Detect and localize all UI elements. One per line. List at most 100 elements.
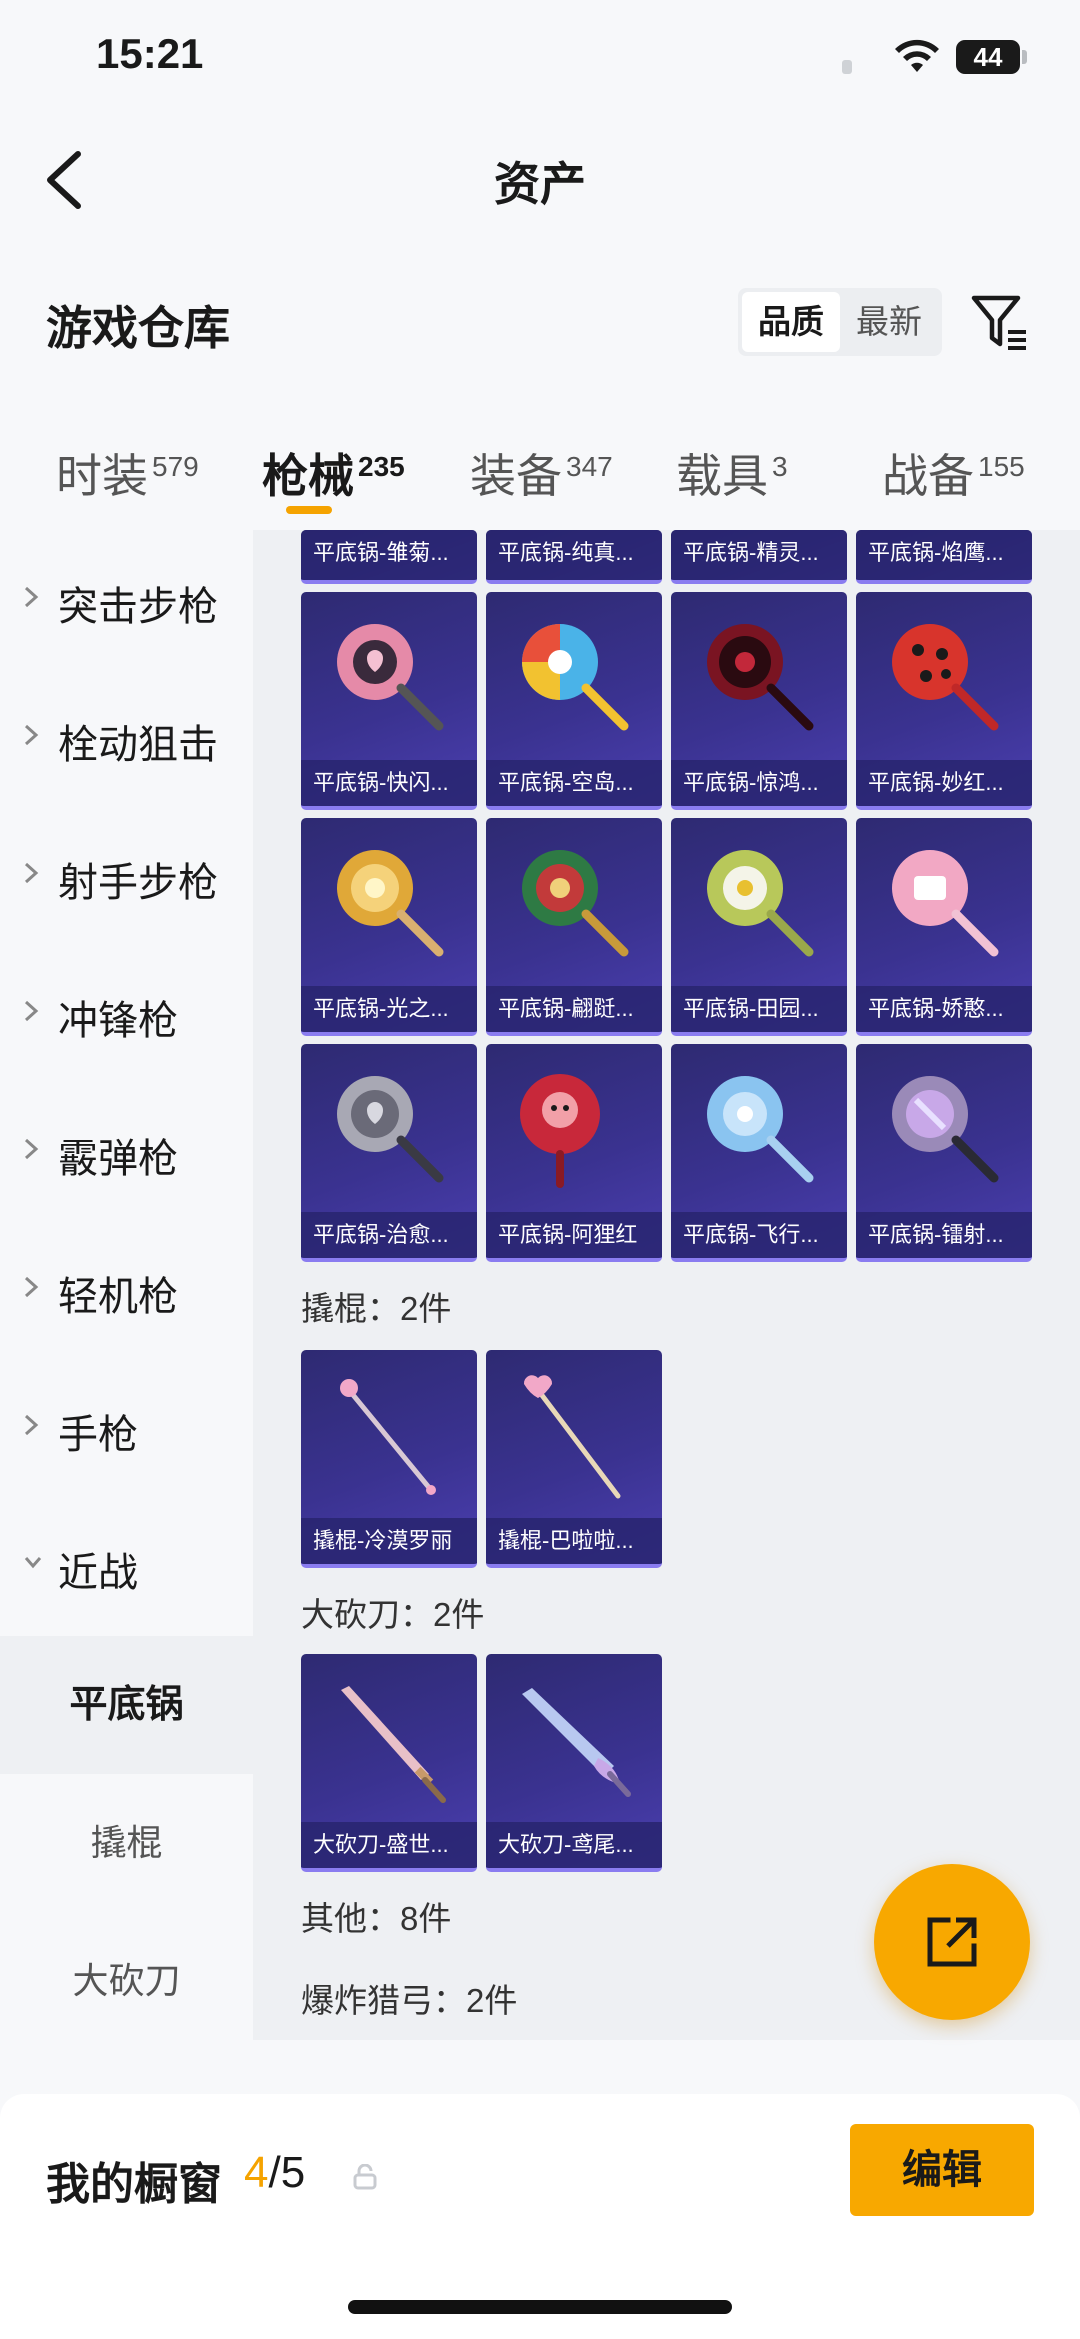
item-card[interactable]: 平底锅-快闪... [301, 592, 477, 810]
showcase-total: /5 [268, 2148, 306, 2197]
sort-latest-button[interactable]: 最新 [840, 292, 938, 352]
item-card[interactable]: 平底锅-惊鸿... [671, 592, 847, 810]
item-card-label: 平底锅-惊鸿... [671, 760, 847, 806]
tab-vehicles[interactable]: 载具 3 [676, 440, 788, 506]
tab-label: 时装 [56, 450, 148, 502]
tab-count: 235 [358, 450, 405, 482]
item-card[interactable]: 平底锅-治愈... [301, 1044, 477, 1262]
item-card[interactable]: 平底锅-雏菊... [301, 530, 477, 584]
pan-image [892, 1076, 999, 1183]
sidebar-sub-machete[interactable]: 大砍刀 [0, 1912, 253, 2050]
item-card[interactable]: 平底锅-妙红... [856, 592, 1032, 810]
item-card-label: 平底锅-纯真... [486, 530, 662, 580]
item-card[interactable]: 平底锅-飞行... [671, 1044, 847, 1262]
tab-count: 155 [978, 450, 1025, 482]
item-card[interactable]: 平底锅-镭射... [856, 1044, 1032, 1262]
sidebar-item-marksman-rifle[interactable]: 射手步枪 [0, 806, 253, 944]
filter-icon[interactable] [968, 290, 1032, 354]
home-indicator [348, 2300, 732, 2314]
tab-count: 3 [772, 450, 788, 482]
tab-label: 战备 [882, 450, 974, 502]
item-card-label: 平底锅-快闪... [301, 760, 477, 806]
sidebar-item-smg[interactable]: 冲锋枪 [0, 944, 253, 1082]
pan-image [892, 850, 999, 957]
tab-label: 载具 [676, 450, 768, 502]
item-card[interactable]: 撬棍-冷漠罗丽 [301, 1350, 477, 1568]
item-card[interactable]: 平底锅-纯真... [486, 530, 662, 584]
item-card[interactable]: 平底锅-光之... [301, 818, 477, 1036]
category-tabs: 时装 579 枪械 235 装备 347 载具 3 战备 155 [0, 420, 1080, 530]
pan-image [337, 850, 444, 957]
section-title: 游戏仓库 [46, 302, 230, 354]
item-card-label: 大砍刀-盛世... [301, 1822, 477, 1868]
item-card-label: 平底锅-雏菊... [301, 530, 477, 580]
pan-image [707, 624, 814, 731]
group-heading-crowbar: 撬棍：2件 [301, 1290, 452, 1327]
item-card-label: 平底锅-娇憨... [856, 986, 1032, 1032]
item-grid: 平底锅-雏菊... 平底锅-纯真... 平底锅-精灵... 平底锅-焰鹰... … [253, 530, 1080, 2040]
item-card[interactable]: 大砍刀-鸢尾... [486, 1654, 662, 1872]
item-card-label: 平底锅-空岛... [486, 760, 662, 806]
chevron-down-icon [24, 1557, 42, 1569]
item-card-label: 平底锅-阿狸红 [486, 1212, 662, 1258]
sidebar-item-melee[interactable]: 近战 [0, 1496, 253, 1634]
battery-indicator: 44 [956, 40, 1020, 74]
sidebar-item-label: 近战 [58, 1551, 138, 1595]
edit-button[interactable]: 编辑 [850, 2124, 1034, 2216]
item-card[interactable]: 平底锅-精灵... [671, 530, 847, 584]
sidebar-item-lmg[interactable]: 轻机枪 [0, 1220, 253, 1358]
sidebar-item-assault-rifle[interactable]: 突击步枪 [0, 530, 253, 668]
sort-quality-button[interactable]: 品质 [742, 292, 840, 352]
item-card[interactable]: 平底锅-空岛... [486, 592, 662, 810]
sidebar-item-label: 轻机枪 [58, 1275, 178, 1319]
tab-active-indicator [286, 506, 332, 514]
sidebar-item-pistol[interactable]: 手枪 [0, 1358, 253, 1496]
showcase-label: 我的橱窗 [46, 2160, 222, 2209]
item-card-label: 平底锅-妙红... [856, 760, 1032, 806]
item-card[interactable]: 平底锅-娇憨... [856, 818, 1032, 1036]
battery-cap [1022, 50, 1027, 64]
tab-weapons[interactable]: 枪械 235 [262, 440, 405, 506]
tab-costume[interactable]: 时装 579 [56, 440, 199, 506]
item-card[interactable]: 撬棍-巴啦啦... [486, 1350, 662, 1568]
pan-image [707, 850, 814, 957]
sidebar-sub-pan[interactable]: 平底锅 [0, 1636, 253, 1774]
status-dot [842, 60, 852, 74]
crowbar-image [340, 1379, 436, 1495]
item-card[interactable]: 平底锅-翩跹... [486, 818, 662, 1036]
item-card-label: 平底锅-飞行... [671, 1212, 847, 1258]
status-bar: 15:21 44 [0, 0, 1080, 120]
group-heading-other: 其他：8件 [301, 1900, 452, 1937]
sidebar-item-shotgun[interactable]: 霰弹枪 [0, 1082, 253, 1220]
pan-image [892, 624, 999, 731]
item-card[interactable]: 平底锅-焰鹰... [856, 530, 1032, 584]
pan-image [520, 1074, 600, 1188]
item-card-label: 撬棍-巴啦啦... [486, 1518, 662, 1564]
sort-toggle: 品质 最新 [738, 288, 942, 356]
sidebar-item-bolt-sniper[interactable]: 栓动狙击 [0, 668, 253, 806]
sidebar-sub-crowbar[interactable]: 撬棍 [0, 1774, 253, 1912]
pan-image [707, 1076, 814, 1183]
sidebar-item-label: 突击步枪 [58, 585, 218, 629]
item-card[interactable]: 平底锅-田园... [671, 818, 847, 1036]
chevron-right-icon [24, 586, 39, 608]
sidebar-item-label: 冲锋枪 [58, 999, 178, 1043]
pan-image [522, 850, 629, 957]
pan-image [337, 1076, 444, 1183]
tab-label: 枪械 [262, 450, 354, 502]
chevron-right-icon [24, 1414, 39, 1436]
item-card[interactable]: 大砍刀-盛世... [301, 1654, 477, 1872]
sidebar-item-label: 射手步枪 [58, 861, 218, 905]
item-card[interactable]: 平底锅-阿狸红 [486, 1044, 662, 1262]
tab-equipment[interactable]: 装备 347 [470, 440, 613, 506]
chevron-right-icon [24, 1138, 39, 1160]
machete-image [341, 1686, 446, 1803]
page-title: 资产 [494, 158, 586, 210]
item-card-label: 平底锅-翩跹... [486, 986, 662, 1032]
tab-supplies[interactable]: 战备 155 [882, 440, 1025, 506]
chevron-right-icon [24, 862, 39, 884]
share-button[interactable] [874, 1864, 1030, 2020]
item-card-label: 平底锅-精灵... [671, 530, 847, 580]
sidebar: 突击步枪 栓动狙击 射手步枪 冲锋枪 霰弹枪 轻机枪 手枪 近战 平底锅 撬棍 … [0, 530, 253, 2040]
showcase-current: 4 [244, 2148, 269, 2197]
